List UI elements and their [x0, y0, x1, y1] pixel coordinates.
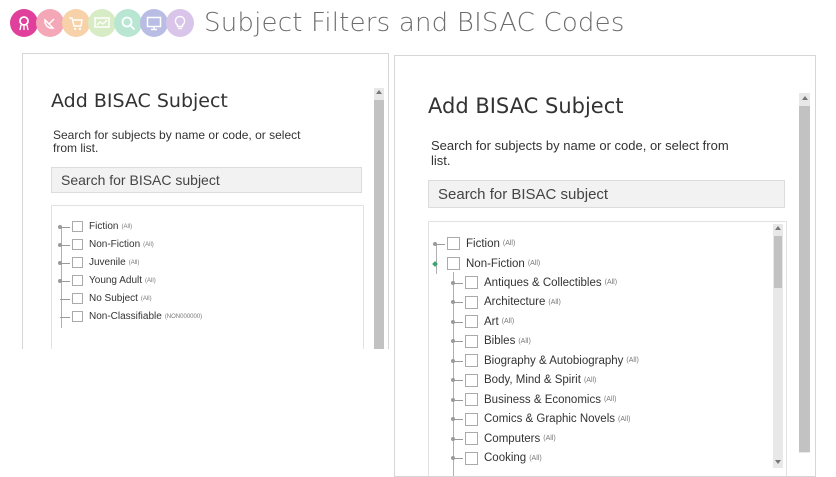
shopping-cart-icon[interactable] — [62, 9, 90, 37]
scroll-up-icon[interactable] — [801, 96, 808, 100]
checkbox[interactable] — [465, 373, 478, 387]
monitor-icon[interactable] — [140, 9, 168, 37]
subject-tree: Fiction (All) Non-Fiction (All) Juvenile… — [51, 205, 364, 349]
tree-item-bibles[interactable]: Bibles (All) — [451, 332, 531, 352]
expand-toggle-icon[interactable] — [451, 449, 465, 469]
checkbox[interactable] — [447, 237, 460, 251]
tree-item-fiction[interactable]: Fiction (All) — [58, 218, 132, 235]
bisac-search-input[interactable]: Search for BISAC subject — [51, 167, 362, 193]
tree-item-architecture[interactable]: Architecture (All) — [451, 293, 561, 313]
tree-item-business[interactable]: Business & Economics (All) — [451, 390, 616, 410]
expand-toggle-icon[interactable] — [451, 390, 465, 410]
checkbox[interactable] — [465, 315, 478, 329]
panel-description: Search for subjects by name or code, or … — [53, 128, 301, 155]
expand-toggle-icon[interactable] — [58, 218, 72, 235]
tree-item-body-mind-spirit[interactable]: Body, Mind & Spirit (All) — [451, 371, 596, 391]
expand-toggle-icon[interactable] — [58, 254, 72, 271]
checkbox[interactable] — [72, 221, 83, 232]
checkbox[interactable] — [465, 393, 478, 407]
expand-toggle-icon[interactable] — [433, 234, 447, 254]
award-ribbon-icon[interactable] — [10, 9, 38, 37]
checkbox[interactable] — [465, 451, 478, 465]
checkbox[interactable] — [465, 432, 478, 446]
checkbox[interactable] — [72, 275, 83, 286]
expand-toggle-icon[interactable] — [451, 410, 465, 430]
tree-item-non-fiction[interactable]: Non-Fiction (All) — [432, 254, 540, 274]
checkbox[interactable] — [72, 239, 83, 250]
add-bisac-panel-expanded: Add BISAC Subject Search for subjects by… — [394, 55, 816, 477]
expand-toggle-icon[interactable] — [451, 332, 465, 352]
scroll-thumb[interactable] — [799, 106, 810, 452]
panel-title: Add BISAC Subject — [428, 94, 624, 118]
satellite-dish-icon[interactable] — [36, 9, 64, 37]
checkbox[interactable] — [465, 412, 478, 426]
expand-toggle-icon[interactable] — [58, 236, 72, 253]
scroll-thumb[interactable] — [774, 236, 782, 288]
checkbox[interactable] — [447, 257, 460, 271]
page-header: Subject Filters and BISAC Codes — [10, 6, 625, 40]
add-bisac-panel-collapsed: Add BISAC Subject Search for subjects by… — [22, 53, 389, 349]
tree-item-biography[interactable]: Biography & Autobiography (All) — [451, 351, 639, 371]
checkbox[interactable] — [465, 354, 478, 368]
tree-item-cooking[interactable]: Cooking (All) — [451, 449, 542, 469]
tree-item-juvenile[interactable]: Juvenile (All) — [58, 254, 139, 271]
checkbox[interactable] — [465, 276, 478, 290]
expand-toggle-icon[interactable] — [58, 272, 72, 289]
expand-toggle-icon[interactable] — [451, 371, 465, 391]
expand-toggle-icon[interactable] — [451, 293, 465, 313]
expand-toggle-icon[interactable] — [451, 429, 465, 449]
panel-scrollbar[interactable] — [374, 88, 384, 349]
tree-item-young-adult[interactable]: Young Adult (All) — [58, 272, 156, 289]
checkbox[interactable] — [72, 311, 83, 322]
subject-tree: Fiction (All) Non-Fiction (All) Antiques… — [428, 221, 787, 476]
tree-item-comics[interactable]: Comics & Graphic Novels (All) — [451, 410, 630, 430]
tree-item-antiques[interactable]: Antiques & Collectibles (All) — [451, 273, 617, 293]
tree-scrollbar[interactable] — [773, 224, 783, 468]
tree-item-fiction[interactable]: Fiction (All) — [433, 234, 515, 254]
checkbox[interactable] — [465, 334, 478, 348]
tree-item-non-classifiable[interactable]: Non-Classifiable (NON000000) — [58, 308, 202, 325]
scroll-up-icon[interactable] — [775, 226, 781, 230]
scroll-down-icon[interactable] — [775, 460, 781, 464]
magnifier-icon[interactable] — [114, 9, 142, 37]
checkbox[interactable] — [465, 295, 478, 309]
panel-title: Add BISAC Subject — [51, 90, 228, 112]
panel-description: Search for subjects by name or code, or … — [431, 138, 729, 168]
tree-item-art[interactable]: Art (All) — [451, 312, 514, 332]
chart-board-icon[interactable] — [88, 9, 116, 37]
expand-toggle-icon[interactable] — [451, 273, 465, 293]
tree-item-non-fiction[interactable]: Non-Fiction (All) — [58, 236, 154, 253]
expand-toggle-icon[interactable] — [451, 312, 465, 332]
bisac-search-input[interactable]: Search for BISAC subject — [428, 180, 785, 208]
lightbulb-icon[interactable] — [166, 9, 194, 37]
panel-scrollbar[interactable] — [799, 93, 810, 453]
tree-item-no-subject[interactable]: No Subject (All) — [58, 290, 152, 307]
checkbox[interactable] — [72, 257, 83, 268]
scroll-thumb[interactable] — [374, 100, 384, 349]
expand-toggle-icon[interactable] — [451, 351, 465, 371]
page-title: Subject Filters and BISAC Codes — [204, 8, 625, 38]
collapse-toggle-icon[interactable] — [432, 254, 447, 274]
tree-item-computers[interactable]: Computers (All) — [451, 429, 556, 449]
scroll-up-icon[interactable] — [376, 90, 382, 94]
checkbox[interactable] — [72, 293, 83, 304]
